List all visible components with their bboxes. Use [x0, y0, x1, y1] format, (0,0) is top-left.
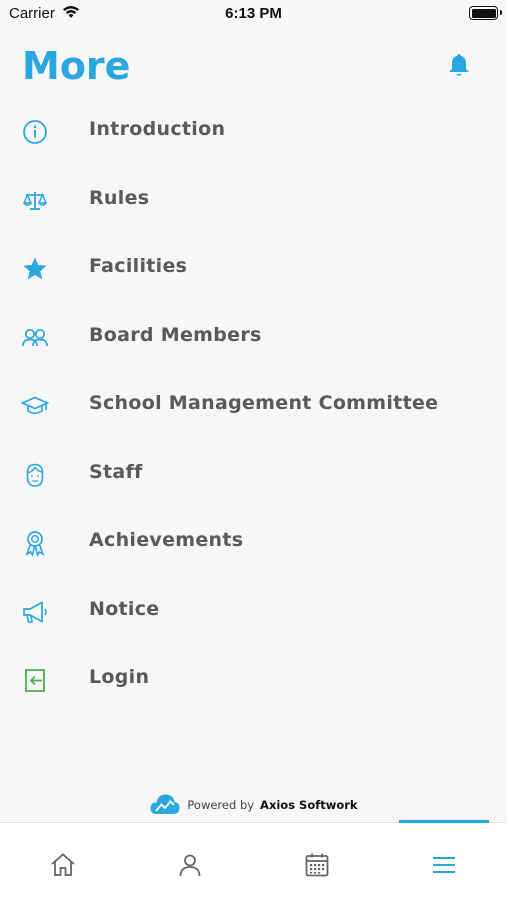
- profile-icon: [179, 854, 201, 877]
- menu-item-board-members[interactable]: Board Members: [0, 302, 507, 371]
- powered-by-label: Powered by: [187, 798, 255, 812]
- menu-item-school-management-committee[interactable]: School Management Committee: [0, 370, 507, 439]
- tab-profile[interactable]: [127, 823, 254, 900]
- award-ribbon-icon: [25, 531, 45, 557]
- menu-item-introduction[interactable]: Introduction: [0, 96, 507, 165]
- hamburger-menu-icon: [432, 857, 455, 873]
- notification-bell-icon[interactable]: [447, 52, 471, 78]
- axios-cloud-logo-icon: [150, 794, 180, 814]
- menu-item-rules[interactable]: Rules: [0, 165, 507, 234]
- menu-item-login[interactable]: Login: [0, 644, 507, 713]
- star-icon: [23, 257, 47, 280]
- megaphone-icon: [23, 600, 47, 623]
- menu-item-facilities[interactable]: Facilities: [0, 233, 507, 302]
- person-face-icon: [26, 463, 44, 487]
- menu-item-label: Board Members: [89, 323, 262, 346]
- login-icon: [25, 669, 45, 692]
- more-menu-list: Introduction Rules Facilities Board Memb…: [0, 96, 507, 713]
- scales-icon: [22, 191, 48, 210]
- menu-item-label: Notice: [89, 597, 160, 620]
- bottom-tab-bar: [0, 820, 507, 900]
- tab-home[interactable]: [0, 823, 127, 900]
- powered-by-brand: Axios Softwork: [260, 798, 358, 812]
- menu-item-label: School Management Committee: [89, 392, 439, 414]
- tab-more[interactable]: [380, 823, 507, 900]
- info-icon: [23, 120, 47, 144]
- menu-item-label: Staff: [89, 460, 143, 483]
- battery-icon: [469, 6, 502, 20]
- people-icon: [22, 328, 48, 346]
- powered-by-footer: Powered by Axios Softwork: [0, 790, 507, 820]
- home-icon: [51, 853, 75, 876]
- menu-item-label: Facilities: [89, 255, 188, 277]
- status-bar: Carrier 6:13 PM: [0, 0, 507, 28]
- menu-item-label: Login: [89, 666, 150, 688]
- menu-item-label: Introduction: [89, 118, 226, 140]
- calendar-icon: [305, 853, 329, 877]
- menu-item-achievements[interactable]: Achievements: [0, 507, 507, 576]
- graduation-cap-icon: [21, 396, 49, 415]
- menu-item-notice[interactable]: Notice: [0, 576, 507, 645]
- menu-item-label: Achievements: [89, 529, 244, 551]
- page-title: More: [22, 44, 131, 88]
- menu-item-label: Rules: [89, 186, 150, 209]
- menu-item-staff[interactable]: Staff: [0, 439, 507, 508]
- status-time: 6:13 PM: [225, 5, 282, 22]
- tab-calendar[interactable]: [254, 823, 381, 900]
